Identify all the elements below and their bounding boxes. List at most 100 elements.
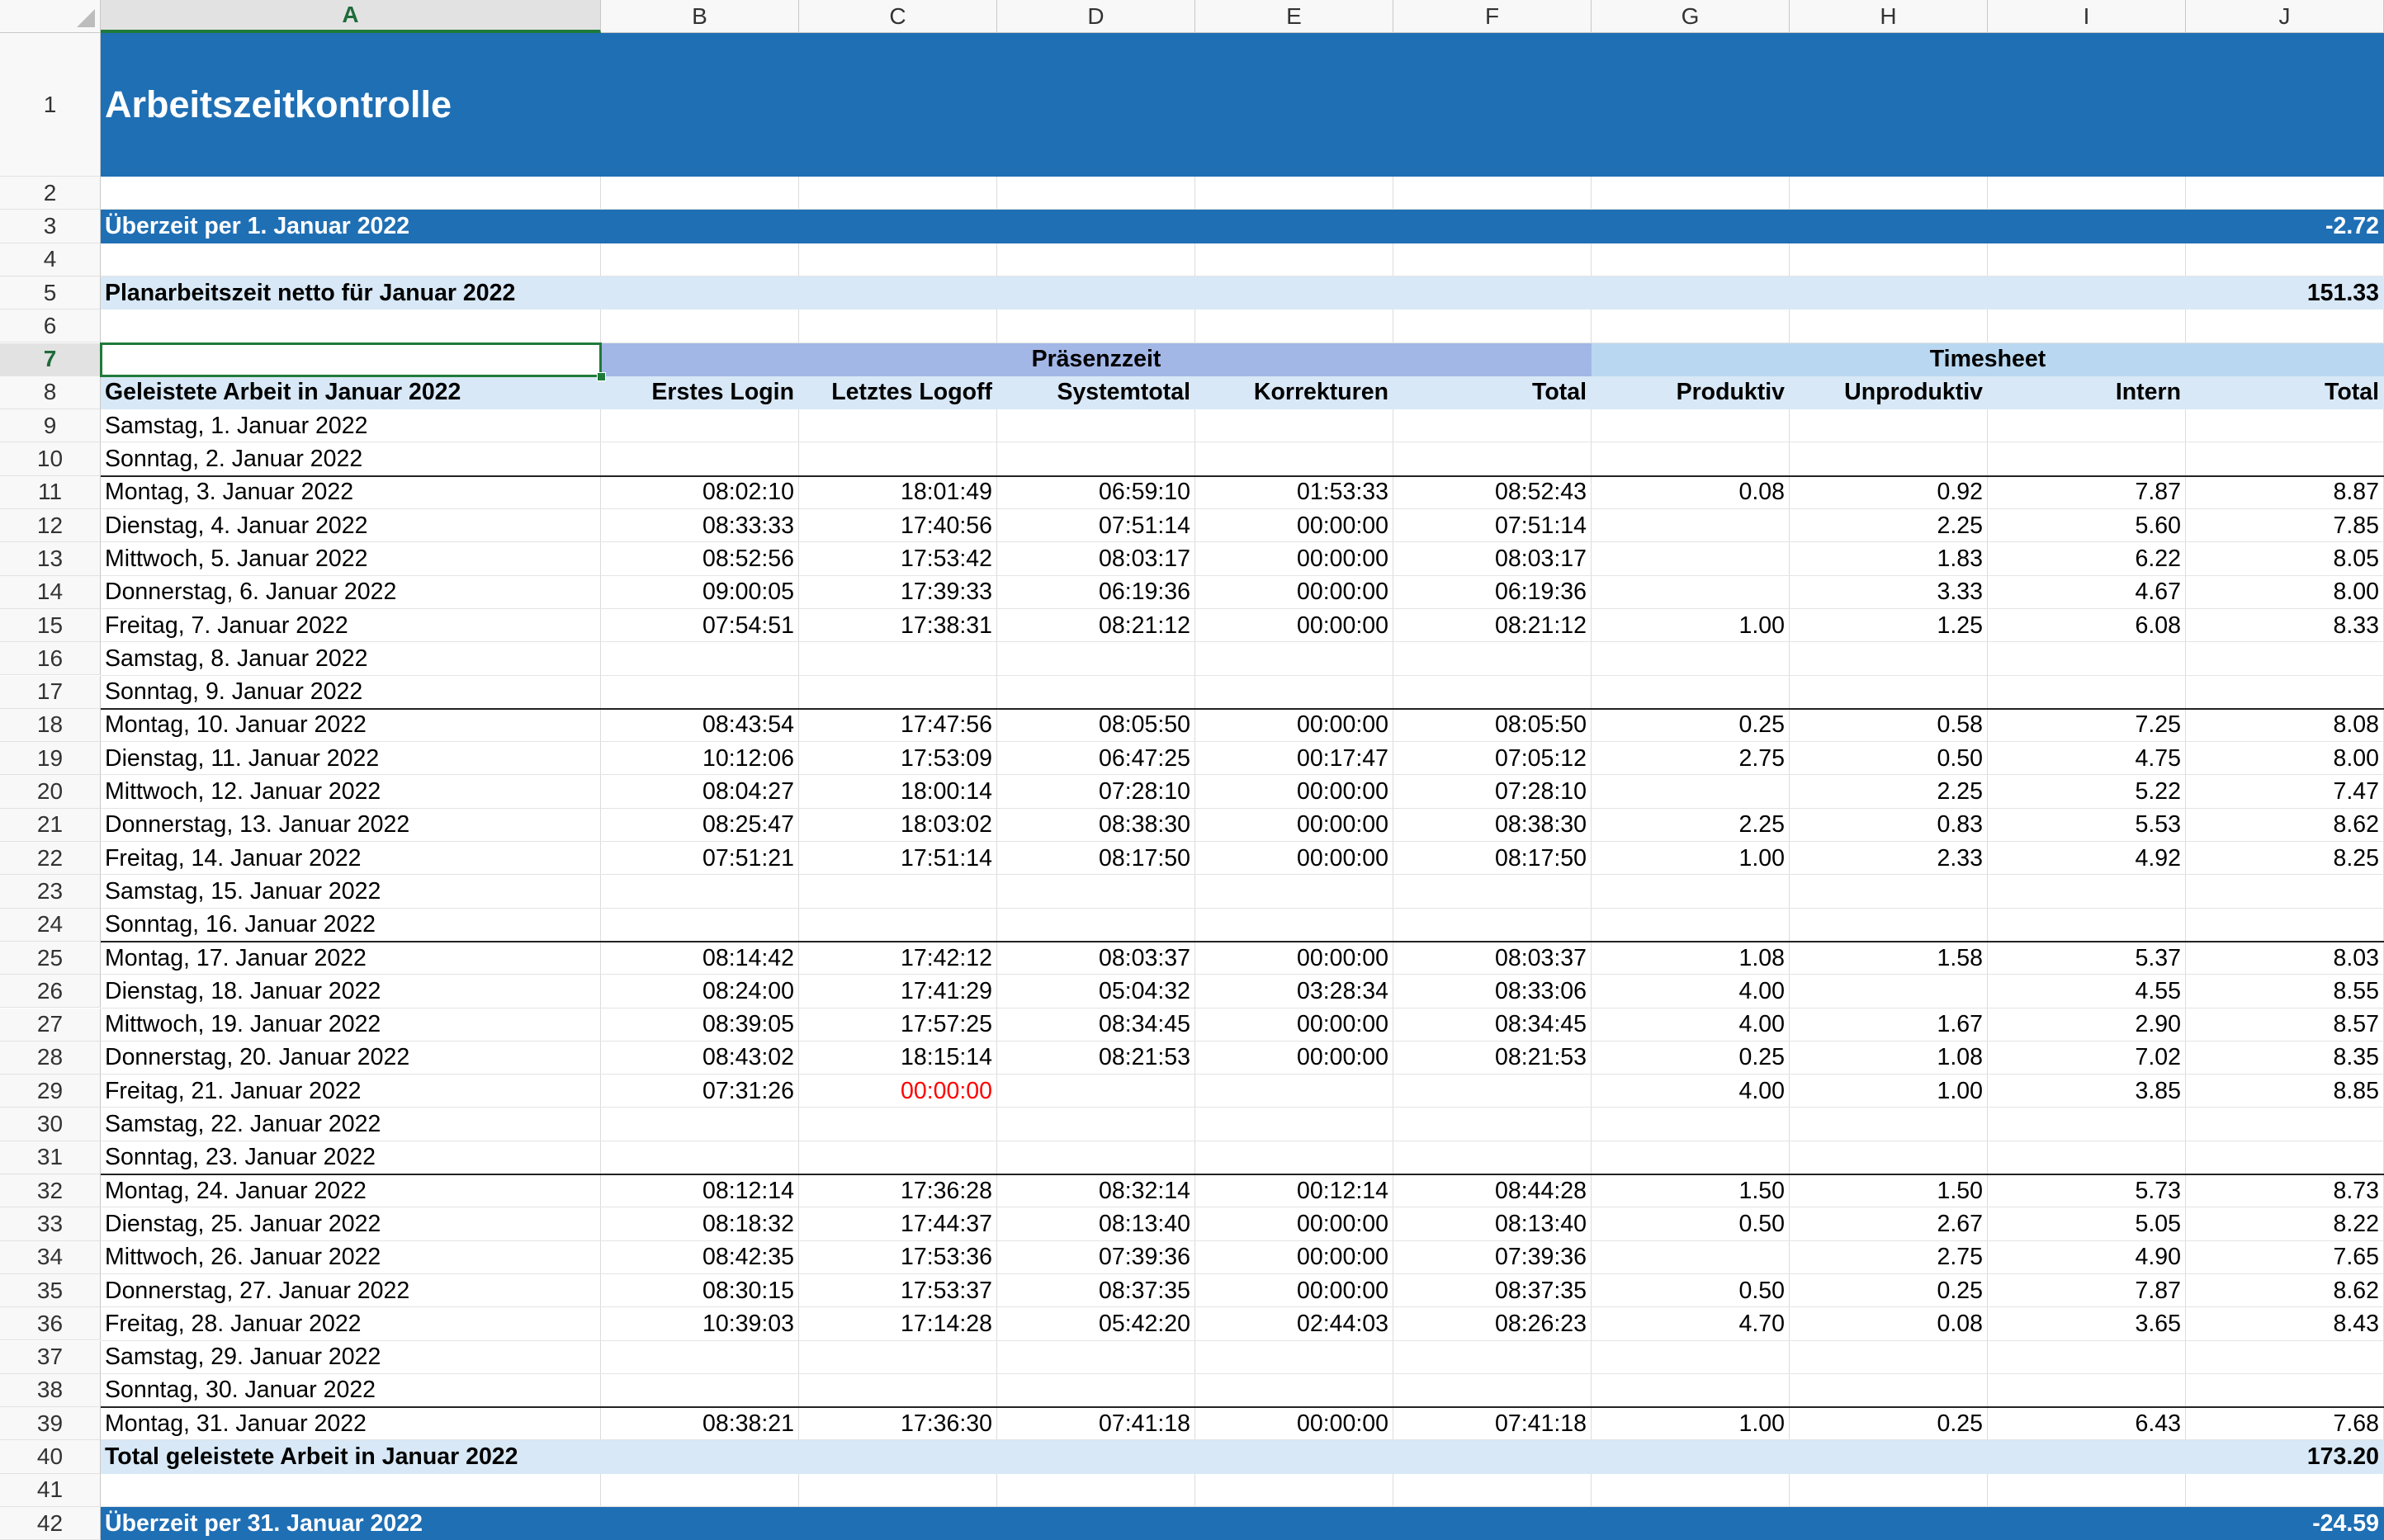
row-header-1[interactable]: 1 <box>0 33 101 177</box>
cell-first-login[interactable] <box>601 409 799 442</box>
cell-date[interactable]: Samstag, 1. Januar 2022 <box>101 409 601 442</box>
cell-date[interactable]: Montag, 31. Januar 2022 <box>101 1407 601 1440</box>
cell-last-logoff[interactable]: 17:53:09 <box>799 742 997 775</box>
cell-corrections[interactable] <box>1195 1374 1393 1407</box>
cell-first-login[interactable]: 08:33:33 <box>601 509 799 542</box>
cell-date[interactable]: Sonntag, 2. Januar 2022 <box>101 442 601 475</box>
cell-corrections[interactable] <box>1195 676 1393 709</box>
column-header-f[interactable]: F <box>1393 0 1592 33</box>
cell-unproductive[interactable]: 1.83 <box>1790 542 1988 575</box>
cell-first-login[interactable]: 08:18:32 <box>601 1207 799 1240</box>
column-header-a[interactable]: A <box>101 0 601 33</box>
row-header-25[interactable]: 25 <box>0 941 101 975</box>
cell-corrections[interactable]: 00:00:00 <box>1195 775 1393 808</box>
cell-timesheet-total[interactable]: 8.35 <box>2186 1042 2384 1075</box>
cell-last-logoff[interactable] <box>799 1341 997 1374</box>
row-header-13[interactable]: 13 <box>0 542 101 576</box>
row-header-8[interactable]: 8 <box>0 376 101 410</box>
cell-corrections[interactable] <box>1195 1108 1393 1141</box>
cell-corrections[interactable]: 00:00:00 <box>1195 509 1393 542</box>
cell-date[interactable]: Donnerstag, 6. Januar 2022 <box>101 576 601 609</box>
cell-unproductive[interactable] <box>1790 1341 1988 1374</box>
cell-first-login[interactable] <box>601 1374 799 1407</box>
column-header-e[interactable]: E <box>1195 0 1393 33</box>
cell-internal[interactable]: 2.90 <box>1988 1009 2186 1042</box>
cell-productive[interactable]: 4.00 <box>1592 1009 1790 1042</box>
cell-first-login[interactable]: 08:12:14 <box>601 1174 799 1207</box>
cell-productive[interactable] <box>1592 642 1790 675</box>
cell-productive[interactable]: 1.08 <box>1592 942 1790 975</box>
row-header-22[interactable]: 22 <box>0 842 101 876</box>
cell-first-login[interactable] <box>601 909 799 942</box>
overtime-end-value[interactable]: -24.59 <box>2186 1507 2384 1540</box>
cell-timesheet-total[interactable]: 8.22 <box>2186 1207 2384 1240</box>
cell-systemtotal[interactable]: 08:34:45 <box>997 1009 1195 1042</box>
cell-timesheet-total[interactable]: 7.85 <box>2186 509 2384 542</box>
cell-internal[interactable]: 6.43 <box>1988 1407 2186 1440</box>
cell-first-login[interactable]: 08:24:00 <box>601 975 799 1008</box>
cell-praesenz-total[interactable]: 07:41:18 <box>1393 1407 1592 1440</box>
cell-productive[interactable]: 0.50 <box>1592 1274 1790 1307</box>
cell-unproductive[interactable]: 0.50 <box>1790 742 1988 775</box>
cell-internal[interactable]: 3.65 <box>1988 1307 2186 1340</box>
cell-systemtotal[interactable]: 07:41:18 <box>997 1407 1195 1440</box>
column-header-h[interactable]: H <box>1790 0 1988 33</box>
cell-unproductive[interactable]: 0.92 <box>1790 476 1988 509</box>
cell-unproductive[interactable]: 0.08 <box>1790 1307 1988 1340</box>
cell-internal[interactable]: 6.22 <box>1988 542 2186 575</box>
cell-praesenz-total[interactable] <box>1393 1108 1592 1141</box>
row-header-20[interactable]: 20 <box>0 775 101 809</box>
cell-internal[interactable] <box>1988 909 2186 942</box>
cell-first-login[interactable]: 07:51:21 <box>601 842 799 875</box>
cell-first-login[interactable]: 07:31:26 <box>601 1075 799 1108</box>
cell-timesheet-total[interactable] <box>2186 409 2384 442</box>
cell-last-logoff[interactable]: 17:44:37 <box>799 1207 997 1240</box>
cell-timesheet-total[interactable] <box>2186 676 2384 709</box>
cell-timesheet-total[interactable]: 8.57 <box>2186 1009 2384 1042</box>
row-header-40[interactable]: 40 <box>0 1440 101 1474</box>
cell-praesenz-total[interactable]: 07:28:10 <box>1393 775 1592 808</box>
cell-last-logoff[interactable]: 18:01:49 <box>799 476 997 509</box>
cell-unproductive[interactable]: 1.67 <box>1790 1009 1988 1042</box>
row-header-39[interactable]: 39 <box>0 1407 101 1441</box>
cell-productive[interactable] <box>1592 509 1790 542</box>
row-header-9[interactable]: 9 <box>0 409 101 443</box>
row-header-3[interactable]: 3 <box>0 210 101 243</box>
cell-first-login[interactable] <box>601 676 799 709</box>
cell-praesenz-total[interactable] <box>1393 1075 1592 1108</box>
cell-corrections[interactable] <box>1195 409 1393 442</box>
cell-productive[interactable]: 4.00 <box>1592 1075 1790 1108</box>
cell-systemtotal[interactable]: 08:38:30 <box>997 809 1195 842</box>
cell-praesenz-total[interactable]: 08:26:23 <box>1393 1307 1592 1340</box>
cell-internal[interactable] <box>1988 1341 2186 1374</box>
cell-last-logoff[interactable] <box>799 1141 997 1174</box>
overtime-start-value[interactable]: -2.72 <box>2186 210 2384 243</box>
cell-internal[interactable] <box>1988 1374 2186 1407</box>
cell-date[interactable]: Donnerstag, 20. Januar 2022 <box>101 1042 601 1075</box>
cell-praesenz-total[interactable] <box>1393 1341 1592 1374</box>
cell-date[interactable]: Sonntag, 9. Januar 2022 <box>101 676 601 709</box>
cell-unproductive[interactable]: 1.00 <box>1790 1075 1988 1108</box>
cell-systemtotal[interactable] <box>997 409 1195 442</box>
cell-date[interactable]: Samstag, 15. Januar 2022 <box>101 875 601 908</box>
cell-praesenz-total[interactable]: 06:19:36 <box>1393 576 1592 609</box>
cell-corrections[interactable]: 00:00:00 <box>1195 1009 1393 1042</box>
cell-unproductive[interactable]: 3.33 <box>1790 576 1988 609</box>
cell-corrections[interactable]: 00:00:00 <box>1195 1207 1393 1240</box>
header-praesenz-total[interactable]: Total <box>1393 376 1592 409</box>
cell-date[interactable]: Freitag, 14. Januar 2022 <box>101 842 601 875</box>
cell-last-logoff[interactable]: 17:53:42 <box>799 542 997 575</box>
cell-timesheet-total[interactable] <box>2186 1141 2384 1174</box>
cell-last-logoff[interactable]: 17:47:56 <box>799 709 997 742</box>
cell-first-login[interactable]: 08:42:35 <box>601 1241 799 1274</box>
cell-unproductive[interactable]: 0.25 <box>1790 1407 1988 1440</box>
cell-corrections[interactable]: 00:00:00 <box>1195 542 1393 575</box>
cell-date[interactable]: Sonntag, 23. Januar 2022 <box>101 1141 601 1174</box>
cell-corrections[interactable]: 00:00:00 <box>1195 942 1393 975</box>
cell-unproductive[interactable]: 1.58 <box>1790 942 1988 975</box>
header-last-logoff[interactable]: Letztes Logoff <box>799 376 997 409</box>
cell-last-logoff[interactable]: 17:53:36 <box>799 1241 997 1274</box>
cell-unproductive[interactable]: 2.25 <box>1790 775 1988 808</box>
cell-praesenz-total[interactable]: 08:13:40 <box>1393 1207 1592 1240</box>
cell-systemtotal[interactable] <box>997 1341 1195 1374</box>
